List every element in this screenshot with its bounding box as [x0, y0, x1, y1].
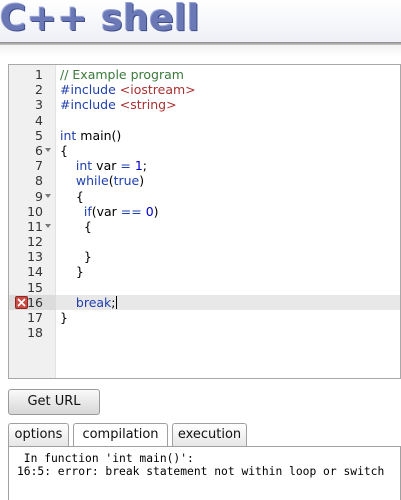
code-text: } — [60, 249, 92, 265]
code-line[interactable]: 3 #include <string> — [9, 97, 400, 112]
code-text: #include <iostream> — [60, 82, 196, 98]
code-text: } — [60, 264, 84, 280]
code-line[interactable]: 5 int main() — [9, 128, 400, 143]
gutter-cell: 1 — [9, 67, 56, 82]
code-text: break; — [75, 294, 117, 310]
error-x-icon[interactable] — [15, 295, 28, 309]
fold-arrow-icon[interactable] — [45, 147, 51, 152]
gutter-cell: 15 — [9, 280, 56, 295]
line-number: 11 — [27, 218, 43, 234]
compilation-output: In function 'int main()': 16:5: error: br… — [8, 446, 401, 500]
line-number: 9 — [35, 188, 43, 204]
tab-execution[interactable]: execution — [172, 423, 247, 447]
fold-arrow-icon[interactable] — [45, 193, 51, 198]
code-line[interactable]: 17} — [9, 310, 400, 325]
output-line: 16:5: error: break statement not within … — [17, 465, 385, 478]
gutter-cell: 7 — [9, 158, 56, 173]
tab-compilation[interactable]: compilation — [73, 423, 168, 448]
line-number: 2 — [35, 82, 43, 98]
gutter-cell: 4 — [9, 113, 56, 128]
gutter-cell: 14 — [9, 264, 56, 279]
line-number: 14 — [27, 264, 43, 280]
code-text: { — [60, 218, 92, 234]
gutter-cell: 5 — [9, 128, 56, 143]
code-text: { — [60, 188, 84, 204]
gutter-cell: 9 — [9, 189, 56, 204]
code-line[interactable]: 1 // Example program — [9, 67, 400, 82]
code-text: int var = 1; — [75, 158, 147, 174]
code-line[interactable]: 12 — [9, 234, 400, 249]
line-number: 12 — [27, 234, 43, 250]
output-line: In function 'int main()': — [17, 452, 194, 465]
gutter-cell: 12 — [9, 234, 56, 249]
code-line[interactable]: 7 int var = 1; — [9, 158, 400, 173]
text-cursor — [115, 295, 117, 309]
gutter-cell: 6 — [9, 143, 56, 158]
line-number: 18 — [27, 325, 43, 341]
line-number: 6 — [35, 142, 43, 158]
code-text: #include <string> — [60, 97, 177, 113]
line-number: 16 — [27, 294, 43, 310]
header-bar: C++ shell — [0, 0, 401, 42]
line-number: 15 — [27, 279, 43, 295]
code-line[interactable]: 11 { — [9, 219, 400, 234]
gutter-cell: 17 — [9, 310, 56, 325]
code-text: // Example program — [60, 67, 184, 82]
code-line[interactable]: 10 if(var == 0) — [9, 204, 400, 219]
code-line[interactable]: 13 } — [9, 249, 400, 264]
gutter-cell: 18 — [9, 325, 56, 340]
code-text: while(true) — [75, 173, 145, 189]
code-line[interactable]: 8 while(true) — [9, 173, 400, 188]
gutter-cell: 8 — [9, 173, 56, 188]
code-line[interactable]: 18 — [9, 325, 400, 340]
code-line[interactable]: 9 { — [9, 189, 400, 204]
code-line[interactable]: 4 — [9, 113, 400, 128]
get-url-button[interactable]: Get URL — [8, 389, 100, 415]
gutter-cell: 13 — [9, 249, 56, 264]
gutter-cell: 11 — [9, 219, 56, 234]
line-number: 5 — [35, 127, 43, 143]
code-lines[interactable]: 1// Example program 2 #include <iostream> 3… — [9, 65, 400, 340]
line-number: 8 — [35, 173, 43, 189]
code-line[interactable]: 16 break; — [9, 294, 400, 310]
line-number: 1 — [35, 67, 43, 82]
code-text: int main() — [60, 127, 122, 143]
code-line[interactable]: 15 — [9, 280, 400, 295]
line-number: 7 — [35, 158, 43, 174]
line-number: 4 — [35, 112, 43, 128]
tab-options[interactable]: options — [8, 423, 69, 447]
code-text: } — [60, 310, 68, 325]
code-line[interactable]: 2 #include <iostream> — [9, 82, 400, 97]
site-logo[interactable]: C++ shell — [0, 0, 200, 42]
line-number: 10 — [27, 203, 43, 219]
code-text: { — [60, 142, 68, 158]
line-number: 3 — [35, 97, 43, 113]
line-number: 17 — [27, 310, 43, 325]
line-number: 13 — [27, 249, 43, 265]
code-line[interactable]: 6{ — [9, 143, 400, 158]
code-editor[interactable]: 1// Example program 2 #include <iostream> 3… — [8, 64, 401, 379]
gutter-cell: 10 — [9, 204, 56, 219]
header-shadow — [0, 45, 401, 57]
gutter-cell: 16 — [9, 294, 56, 310]
gutter-cell: 3 — [9, 97, 56, 112]
code-line[interactable]: 14 } — [9, 264, 400, 279]
code-text: if(var == 0) — [83, 203, 159, 219]
gutter-cell: 2 — [9, 82, 56, 97]
fold-arrow-icon[interactable] — [45, 223, 51, 228]
